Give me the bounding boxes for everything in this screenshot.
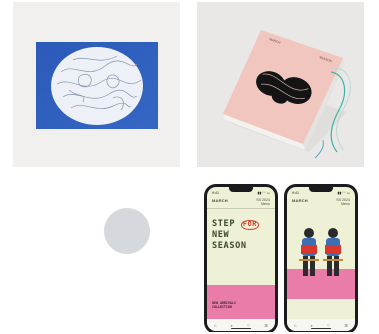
phone-mockup-left: 9:41 ▮▮ ◠ ▭ MARCH SS 2024 Menu STEP FOR …: [204, 184, 278, 332]
menu-tab-icon[interactable]: ☰: [264, 323, 268, 328]
promo-text[interactable]: NEW ARRIVALS COLLECTION: [212, 301, 236, 309]
phone-notch: [309, 187, 333, 192]
artwork-print-tile[interactable]: [13, 2, 180, 167]
status-icons: ▮▮ ◠ ▭: [337, 190, 350, 195]
phone-screen-left: 9:41 ▮▮ ◠ ▭ MARCH SS 2024 Menu STEP FOR …: [207, 187, 275, 331]
home-indicator: [231, 327, 251, 329]
tab-bar: ⌂ ⌕ ♡ ☰: [287, 319, 355, 331]
phone-screen-right: 9:41 ▮▮ ◠ ▭ MARCH SS 2024 Menu ⌂ ⌕ ♡ ☰: [287, 187, 355, 331]
home-tab-icon[interactable]: ⌂: [214, 323, 216, 328]
brand-logo[interactable]: MARCH: [212, 198, 228, 203]
mobile-mockup-tile[interactable]: 9:41 ▮▮ ◠ ▭ MARCH SS 2024 Menu STEP FOR …: [197, 172, 364, 332]
models-photo[interactable]: [287, 205, 355, 309]
phone-mockup-right: 9:41 ▮▮ ◠ ▭ MARCH SS 2024 Menu ⌂ ⌕ ♡ ☰: [284, 184, 358, 332]
status-time: 9:41: [212, 190, 219, 195]
home-indicator: [311, 327, 331, 329]
hero-line-step: STEP: [212, 219, 236, 230]
hero-line-new: NEW: [212, 230, 230, 241]
favorites-tab-icon[interactable]: ♡: [327, 323, 331, 328]
status-icons: ▮▮ ◠ ▭: [257, 190, 270, 195]
home-tab-icon[interactable]: ⌂: [294, 323, 296, 328]
app-nav: MARCH SS 2024 Menu: [207, 196, 275, 210]
phone-notch: [229, 187, 253, 192]
search-tab-icon[interactable]: ⌕: [230, 323, 232, 328]
search-tab-icon[interactable]: ⌕: [310, 323, 312, 328]
loading-tile: [13, 172, 180, 332]
status-time: 9:41: [292, 190, 299, 195]
hero-for-badge: FOR: [240, 220, 259, 230]
book-cover-tile[interactable]: MARCH SEASON: [197, 2, 364, 167]
artwork-print-image: [36, 42, 158, 129]
hero-headline: STEP FOR NEW SEASON: [207, 209, 275, 252]
book-cover-image: MARCH SEASON: [223, 30, 351, 159]
nav-menu[interactable]: Menu: [256, 202, 270, 206]
tab-bar: ⌂ ⌕ ♡ ☰: [207, 319, 275, 331]
loading-spinner-icon: [104, 208, 150, 254]
menu-tab-icon[interactable]: ☰: [344, 323, 348, 328]
hero-line-season: SEASON: [212, 241, 247, 252]
favorites-tab-icon[interactable]: ♡: [247, 323, 251, 328]
brand-logo[interactable]: MARCH: [292, 198, 308, 203]
promo-line-2: COLLECTION: [212, 304, 232, 309]
